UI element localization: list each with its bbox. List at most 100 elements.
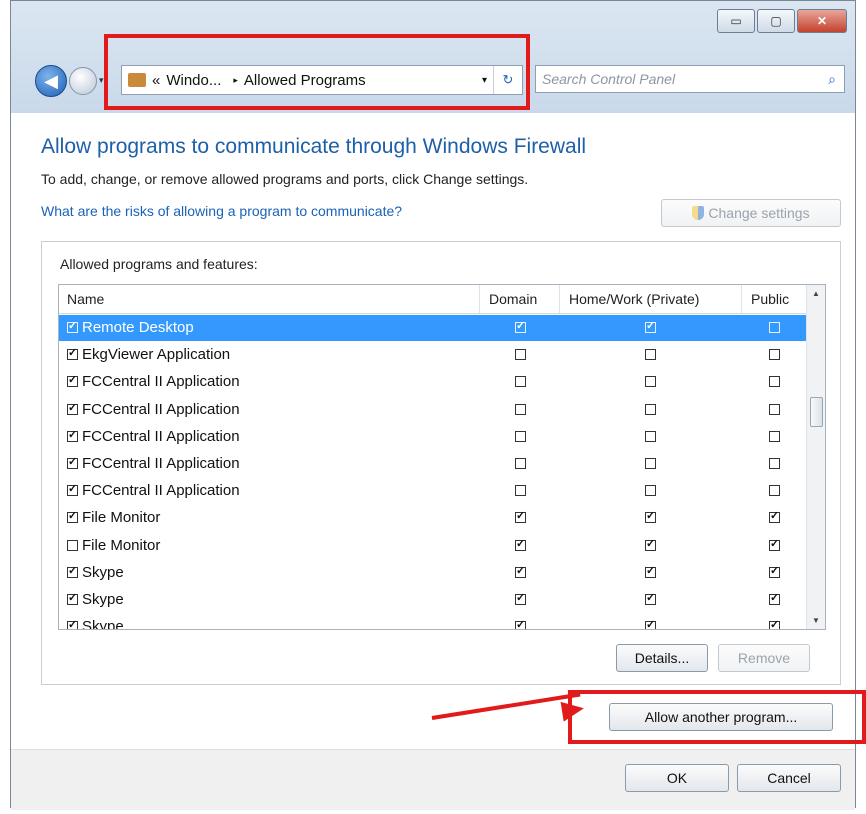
public-checkbox[interactable] — [769, 564, 780, 578]
ok-button[interactable]: OK — [625, 764, 729, 792]
public-checkbox[interactable] — [769, 403, 780, 415]
firewall-window: ▭ ▢ ✕ ◀ ▾ « Windo... ▸ Allowed Programs … — [10, 0, 856, 810]
public-checkbox[interactable] — [769, 349, 780, 361]
program-row[interactable]: FCCentral II Application — [59, 369, 807, 395]
program-enabled-checkbox[interactable] — [67, 373, 78, 388]
program-enabled-checkbox[interactable] — [67, 319, 78, 333]
home-checkbox[interactable] — [645, 485, 656, 497]
public-checkbox[interactable] — [769, 430, 780, 442]
home-checkbox[interactable] — [645, 618, 656, 629]
column-header-home-work[interactable]: Home/Work (Private) — [569, 291, 699, 307]
public-checkbox[interactable] — [769, 322, 780, 333]
program-row[interactable]: File Monitor — [59, 533, 807, 559]
domain-checkbox[interactable] — [515, 509, 526, 524]
domain-checkbox[interactable] — [515, 458, 526, 469]
recent-pages-dropdown-icon[interactable]: ▾ — [99, 75, 104, 86]
scroll-down-icon[interactable]: ▼ — [812, 616, 820, 625]
program-row[interactable]: Skype — [59, 560, 807, 586]
program-enabled-checkbox[interactable] — [67, 591, 78, 605]
remove-button[interactable]: Remove — [718, 644, 810, 672]
program-name: FCCentral II Application — [82, 455, 240, 472]
details-button[interactable]: Details... — [616, 644, 708, 672]
domain-checkbox[interactable] — [515, 485, 526, 497]
program-name: Skype — [82, 591, 124, 608]
home-checkbox[interactable] — [645, 430, 656, 442]
program-row[interactable]: File Monitor — [59, 505, 807, 531]
list-scrollbar[interactable]: ▲ ▼ — [806, 285, 825, 629]
search-icon[interactable]: ⌕ — [828, 71, 836, 88]
program-enabled-checkbox[interactable] — [67, 564, 78, 578]
home-checkbox[interactable] — [645, 509, 656, 524]
program-enabled-checkbox[interactable] — [67, 401, 78, 415]
public-checkbox[interactable] — [769, 509, 780, 524]
search-input[interactable]: Search Control Panel ⌕ — [535, 65, 845, 93]
program-row[interactable]: EkgViewer Application — [59, 342, 807, 368]
domain-checkbox[interactable] — [515, 618, 526, 629]
public-checkbox[interactable] — [769, 618, 780, 629]
program-row[interactable]: FCCentral II Application — [59, 397, 807, 423]
change-settings-button[interactable]: Change settings — [661, 199, 841, 227]
home-checkbox[interactable] — [645, 376, 656, 388]
column-header-name[interactable]: Name — [67, 291, 104, 307]
domain-checkbox[interactable] — [515, 319, 526, 333]
forward-button[interactable] — [69, 67, 97, 95]
program-name-cell: Skype — [67, 564, 124, 581]
program-enabled-checkbox[interactable] — [67, 482, 78, 497]
program-enabled-checkbox[interactable] — [67, 428, 78, 442]
public-checkbox[interactable] — [769, 376, 780, 388]
home-checkbox[interactable] — [645, 403, 656, 415]
program-name: FCCentral II Application — [82, 427, 240, 445]
uac-shield-icon — [692, 206, 705, 220]
scrollbar-thumb[interactable] — [810, 397, 823, 427]
program-name: Skype — [82, 563, 124, 581]
home-checkbox[interactable] — [645, 458, 656, 469]
domain-checkbox[interactable] — [515, 591, 526, 605]
domain-checkbox[interactable] — [515, 564, 526, 578]
program-name-cell: FCCentral II Application — [67, 401, 240, 418]
column-header-public[interactable]: Public — [751, 291, 789, 307]
home-checkbox[interactable] — [645, 537, 656, 551]
program-row[interactable]: FCCentral II Application — [59, 478, 807, 504]
scroll-up-icon[interactable]: ▲ — [812, 289, 820, 298]
program-name-cell: Skype — [67, 618, 124, 629]
program-enabled-checkbox[interactable] — [67, 346, 78, 361]
program-row[interactable]: Skype — [59, 587, 807, 613]
home-checkbox[interactable] — [645, 564, 656, 578]
dialog-footer: OK Cancel — [11, 749, 855, 810]
domain-checkbox[interactable] — [515, 349, 526, 361]
maximize-button[interactable]: ▢ — [757, 9, 795, 33]
column-header-domain[interactable]: Domain — [489, 291, 537, 307]
program-row[interactable]: FCCentral II Application — [59, 424, 807, 450]
program-enabled-checkbox[interactable] — [67, 618, 78, 629]
public-checkbox[interactable] — [769, 537, 780, 551]
minimize-button[interactable]: ▭ — [717, 9, 755, 33]
domain-checkbox[interactable] — [515, 376, 526, 388]
cancel-button[interactable]: Cancel — [737, 764, 841, 792]
home-checkbox[interactable] — [645, 349, 656, 361]
program-row[interactable]: Remote Desktop — [59, 315, 807, 341]
risks-link[interactable]: What are the risks of allowing a program… — [41, 203, 402, 219]
home-checkbox[interactable] — [645, 591, 656, 605]
allowed-programs-list[interactable]: Name Domain Home/Work (Private) Public R… — [58, 284, 826, 630]
annotation-arrow-head — [560, 698, 586, 722]
program-row[interactable]: Skype — [59, 614, 807, 629]
allowed-programs-group: Allowed programs and features: Name Doma… — [41, 241, 841, 685]
program-enabled-checkbox[interactable] — [67, 509, 78, 524]
program-row[interactable]: FCCentral II Application — [59, 451, 807, 477]
program-enabled-checkbox[interactable] — [67, 539, 78, 551]
program-name-cell: EkgViewer Application — [67, 346, 230, 363]
program-name-cell: Skype — [67, 591, 124, 608]
back-button[interactable]: ◀ — [35, 65, 67, 97]
title-bar-controls: ▭ ▢ ✕ — [715, 9, 847, 33]
program-name-cell: File Monitor — [67, 509, 160, 526]
home-checkbox[interactable] — [645, 319, 656, 333]
allow-button-highlight — [568, 690, 866, 744]
public-checkbox[interactable] — [769, 458, 780, 469]
public-checkbox[interactable] — [769, 485, 780, 497]
domain-checkbox[interactable] — [515, 537, 526, 551]
program-enabled-checkbox[interactable] — [67, 455, 78, 469]
domain-checkbox[interactable] — [515, 403, 526, 415]
domain-checkbox[interactable] — [515, 430, 526, 442]
public-checkbox[interactable] — [769, 591, 780, 605]
close-button[interactable]: ✕ — [797, 9, 847, 33]
